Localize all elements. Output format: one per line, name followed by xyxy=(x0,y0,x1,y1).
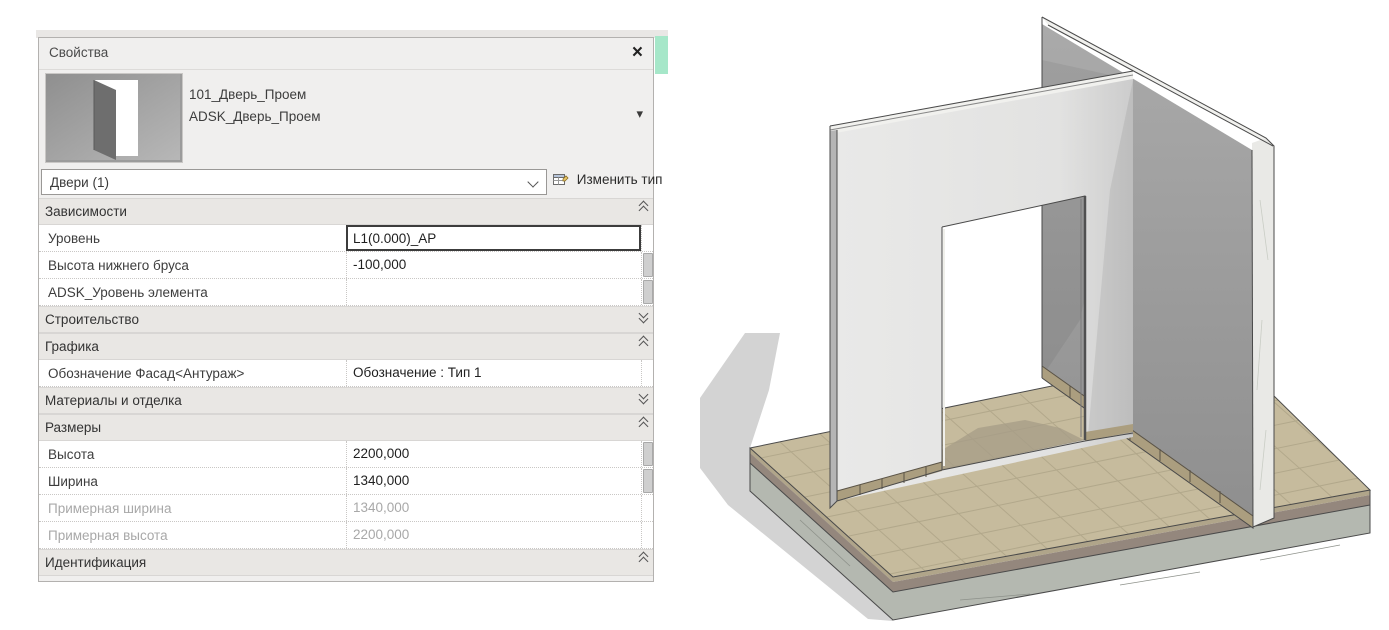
property-label: Высота xyxy=(39,447,346,462)
property-row[interactable]: Ширина1340,000 xyxy=(39,468,653,495)
property-label: Примерная высота xyxy=(39,528,346,543)
property-label: Ширина xyxy=(39,474,346,489)
chevron-down-icon xyxy=(527,176,538,187)
expand-section-icon[interactable] xyxy=(637,392,649,402)
section-label: Зависимости xyxy=(39,204,127,219)
3d-scene-svg xyxy=(700,0,1389,625)
property-label: Обозначение Фасад<Антураж> xyxy=(39,366,346,381)
row-button[interactable] xyxy=(643,442,653,466)
edit-type-button[interactable]: Изменить тип xyxy=(553,172,662,194)
door-leaf-shape xyxy=(94,80,116,160)
property-label: ADSK_Уровень элемента xyxy=(39,285,346,300)
type-name: ADSK_Дверь_Проем xyxy=(189,106,321,128)
row-button[interactable] xyxy=(643,253,653,277)
row-strip xyxy=(641,225,653,251)
section-label: Графика xyxy=(39,339,99,354)
section-label: Идентификация xyxy=(39,555,146,570)
element-filter-select[interactable]: Двери (1) xyxy=(41,169,547,195)
property-label: Уровень xyxy=(39,231,346,246)
row-strip xyxy=(641,441,653,467)
filter-row: Двери (1) Изменить тип xyxy=(39,168,653,197)
3d-view[interactable] xyxy=(700,0,1389,625)
property-row[interactable]: Примерная высота2200,000 xyxy=(39,522,653,549)
property-label: Примерная ширина xyxy=(39,501,346,516)
row-strip xyxy=(641,468,653,494)
row-strip xyxy=(641,495,653,521)
type-name-block: 101_Дверь_Проем ADSK_Дверь_Проем xyxy=(189,84,321,128)
panel-title: Свойства xyxy=(49,45,108,60)
wall-a-end-strip xyxy=(830,130,837,508)
collapse-section-icon[interactable] xyxy=(637,554,649,564)
section-label: Материалы и отделка xyxy=(39,393,182,408)
row-button[interactable] xyxy=(643,280,653,304)
section-header[interactable]: Графика xyxy=(39,333,653,360)
section-header[interactable]: Строительство xyxy=(39,306,653,333)
section-label: Размеры xyxy=(39,420,101,435)
property-value[interactable]: -100,000 xyxy=(346,252,641,278)
collapse-section-icon[interactable] xyxy=(637,338,649,348)
type-thumbnail xyxy=(45,73,183,163)
collapse-section-icon[interactable] xyxy=(637,203,649,213)
accent-tab xyxy=(655,36,668,74)
collapse-section-icon[interactable] xyxy=(637,419,649,429)
section-header[interactable]: Идентификация xyxy=(39,549,653,576)
property-row[interactable]: Высота2200,000 xyxy=(39,441,653,468)
row-strip xyxy=(641,360,653,386)
property-label: Высота нижнего бруса xyxy=(39,258,346,273)
row-strip xyxy=(641,252,653,278)
row-strip xyxy=(641,279,653,305)
property-value[interactable]: Обозначение : Тип 1 xyxy=(346,360,641,386)
property-value[interactable]: 2200,000 xyxy=(346,441,641,467)
row-button[interactable] xyxy=(643,469,653,493)
wall-b-end-face xyxy=(1252,138,1274,527)
row-strip xyxy=(641,522,653,548)
property-row[interactable]: Обозначение Фасад<Антураж>Обозначение : … xyxy=(39,360,653,387)
property-value[interactable]: 1340,000 xyxy=(346,495,641,521)
close-icon[interactable]: × xyxy=(632,41,643,65)
type-dropdown-arrow-icon[interactable]: ▾ xyxy=(636,106,643,122)
expand-section-icon[interactable] xyxy=(637,311,649,321)
section-header[interactable]: Размеры xyxy=(39,414,653,441)
section-header[interactable]: Зависимости xyxy=(39,198,653,225)
edit-type-icon xyxy=(553,172,569,187)
property-value[interactable]: 1340,000 xyxy=(346,468,641,494)
property-row[interactable]: Высота нижнего бруса-100,000 xyxy=(39,252,653,279)
property-row[interactable]: Примерная ширина1340,000 xyxy=(39,495,653,522)
filter-value: Двери (1) xyxy=(50,175,109,190)
property-row[interactable]: УровеньL1(0.000)_AP xyxy=(39,225,653,252)
property-row[interactable]: ADSK_Уровень элемента xyxy=(39,279,653,306)
section-header[interactable]: Материалы и отделка xyxy=(39,387,653,414)
type-selector[interactable]: 101_Дверь_Проем ADSK_Дверь_Проем ▾ xyxy=(39,70,653,166)
family-name: 101_Дверь_Проем xyxy=(189,84,321,106)
property-value[interactable]: 2200,000 xyxy=(346,522,641,548)
property-value[interactable]: L1(0.000)_AP xyxy=(346,225,641,251)
edit-type-label: Изменить тип xyxy=(577,172,663,187)
section-label: Строительство xyxy=(39,312,139,327)
property-value[interactable] xyxy=(346,279,641,305)
properties-panel: Свойства × 101_Дверь_Проем ADSK_Дверь_Пр… xyxy=(38,37,654,582)
properties-table: ЗависимостиУровеньL1(0.000)_APВысота ниж… xyxy=(39,198,653,576)
panel-title-bar: Свойства × xyxy=(39,38,653,70)
